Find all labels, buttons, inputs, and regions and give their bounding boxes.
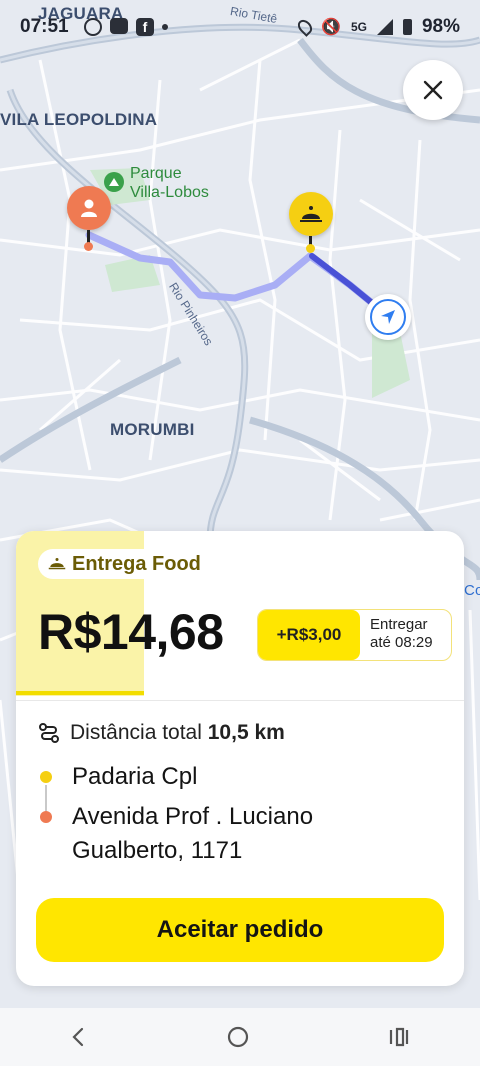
close-icon [423,80,443,100]
pickup-pin-dot [306,244,315,253]
order-price: R$14,68 [38,604,224,660]
deliver-deadline: Entregar até 08:29 [360,610,451,660]
network-label: 5G [350,20,367,34]
cloche-icon [48,558,66,570]
back-icon[interactable] [69,1026,89,1048]
cloche-icon [300,206,322,222]
pickup-pin-head [289,192,333,236]
dropoff-address-line1: Avenida Prof . Luciano [72,803,314,830]
order-type-badge: Entrega Food [38,549,213,579]
dropoff-pin-head [67,186,111,230]
close-button[interactable] [403,60,463,120]
dot-icon [162,24,168,30]
notification-icons: f [84,18,168,36]
home-icon[interactable] [226,1025,250,1049]
distance-label: Distância total [70,721,202,744]
deliver-line2: até 08:29 [370,634,433,651]
distance-row: Distância total 10,5 km [38,721,285,745]
pickup-name: Padaria Cpl [72,763,198,790]
accept-order-button[interactable]: Aceitar pedido [36,898,444,962]
location-icon [295,17,315,37]
pickup-dot [40,771,52,783]
signal-icon [376,19,393,35]
system-nav-bar [0,1008,480,1066]
person-icon [81,199,97,217]
route-connector [45,785,47,811]
order-type-label: Entrega Food [72,552,201,575]
mute-icon: 🔇 [321,19,341,36]
battery-level: 98% [421,16,460,37]
whatsapp-icon [84,18,102,36]
bonus-amount: +R$3,00 [258,610,360,660]
dropoff-pin[interactable] [67,186,111,251]
route-icon [39,723,59,743]
order-card: Entrega Food R$14,68 +R$3,00 Entregar at… [16,531,464,986]
price-highlight-bar [16,691,144,695]
bonus-box: +R$3,00 Entregar até 08:29 [257,609,452,661]
status-time: 07:51 [20,16,69,37]
battery-icon [402,19,412,35]
map-label-morumbi: MORUMBI [110,420,195,439]
park-label: Parque Villa-Lobos [130,165,209,201]
map-label-edge: Co [464,582,480,599]
location-ring [370,299,406,335]
status-bar: 07:51 f 🔇 5G 98% [0,0,480,56]
status-right: 🔇 5G 98% [295,16,460,38]
recents-icon[interactable] [387,1026,411,1048]
pickup-pin[interactable] [289,192,333,253]
dropoff-address-line2: Gualberto, 1171 [72,837,243,864]
dropoff-dot [40,811,52,823]
deliver-line1: Entregar [370,616,428,633]
chat-icon [110,18,128,34]
current-location-marker[interactable] [365,294,411,340]
facebook-icon: f [136,18,154,36]
dropoff-pin-dot [84,242,93,251]
map-label-vila-leopoldina: VILA LEOPOLDINA [0,110,158,129]
divider [16,700,464,701]
navigation-arrow-icon [381,310,395,324]
distance-value: 10,5 km [207,721,285,744]
